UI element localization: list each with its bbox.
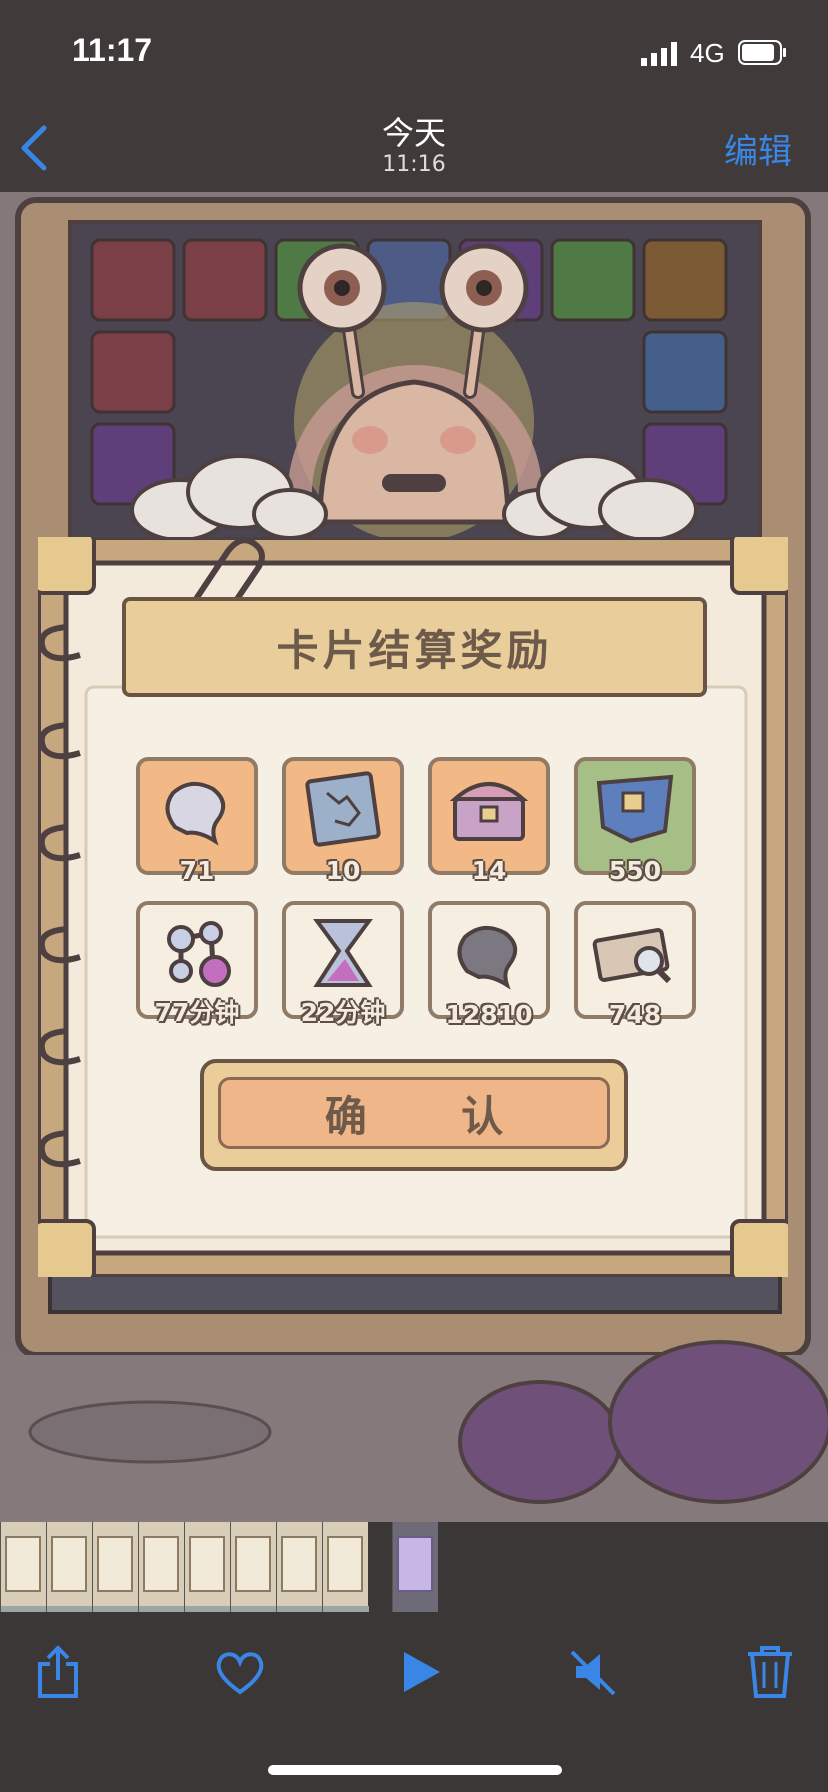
thumbnail-strip[interactable] <box>0 1522 828 1616</box>
network-type: 4G <box>690 38 725 68</box>
map-scroll-icon <box>305 771 381 847</box>
trash-icon[interactable] <box>744 1644 796 1700</box>
signal-icon <box>641 42 677 66</box>
reward-count: 12810 <box>445 1000 533 1029</box>
ticket-magnifier-icon <box>592 928 672 984</box>
edit-button[interactable]: 编辑 <box>724 124 792 173</box>
home-indicator[interactable] <box>268 1765 562 1775</box>
play-icon[interactable] <box>396 1644 448 1700</box>
molecule-potion-icon <box>167 921 231 987</box>
reward-count: 71 <box>179 856 215 885</box>
heart-icon[interactable] <box>214 1644 266 1700</box>
confirm-button[interactable]: 确 认 <box>200 1059 628 1171</box>
reward-item[interactable]: 77分钟 <box>136 901 258 1027</box>
reward-item[interactable]: 12810 <box>428 901 550 1029</box>
reward-count: 748 <box>608 1000 662 1029</box>
status-time: 11:17 <box>72 32 153 68</box>
panel-header: 卡片结算奖励 <box>122 597 707 697</box>
thumbnail[interactable] <box>0 1522 47 1612</box>
reward-item[interactable]: 748 <box>574 901 696 1029</box>
thumbnail[interactable] <box>322 1522 369 1612</box>
confirm-label: 确 认 <box>324 1091 544 1141</box>
reward-count: 77分钟 <box>154 998 240 1027</box>
reward-count: 550 <box>608 856 662 885</box>
battery-icon <box>738 40 786 65</box>
thumbnail[interactable] <box>138 1522 185 1612</box>
photo-viewer[interactable]: 卡片结算奖励 71 10 14 550 77分钟 22分钟 12810 748 … <box>0 192 828 1522</box>
thumbnail[interactable] <box>46 1522 93 1612</box>
treasure-chest-icon <box>449 782 529 841</box>
nav-subtitle: 11:16 <box>382 152 446 177</box>
reward-count: 14 <box>471 856 507 885</box>
confirm-button-face[interactable]: 确 认 <box>218 1077 610 1149</box>
blueprint-icon <box>596 774 674 844</box>
thumbnail[interactable] <box>230 1522 277 1612</box>
mute-icon[interactable] <box>568 1644 620 1700</box>
reward-item[interactable]: 22分钟 <box>282 901 404 1027</box>
panel-title: 卡片结算奖励 <box>276 625 553 675</box>
reward-item[interactable]: 550 <box>574 757 696 885</box>
reward-item[interactable]: 71 <box>136 757 258 885</box>
nav-title: 今天 <box>381 114 446 152</box>
top-bar: 11:17 4G 今天 11:16 编辑 <box>0 0 828 192</box>
bottom-toolbar <box>0 1616 828 1792</box>
gray-blob-icon <box>165 781 225 846</box>
thumbnail[interactable] <box>92 1522 139 1612</box>
share-icon[interactable] <box>32 1644 84 1700</box>
thumbnail-current[interactable] <box>392 1522 438 1612</box>
reward-item[interactable]: 10 <box>282 757 404 885</box>
thumbnail[interactable] <box>276 1522 323 1612</box>
reward-count: 22分钟 <box>300 998 386 1027</box>
dark-blob-icon <box>457 925 517 990</box>
reward-item[interactable]: 14 <box>428 757 550 885</box>
hourglass-icon <box>313 919 373 987</box>
thumbnail[interactable] <box>184 1522 231 1612</box>
reward-count: 10 <box>325 856 361 885</box>
